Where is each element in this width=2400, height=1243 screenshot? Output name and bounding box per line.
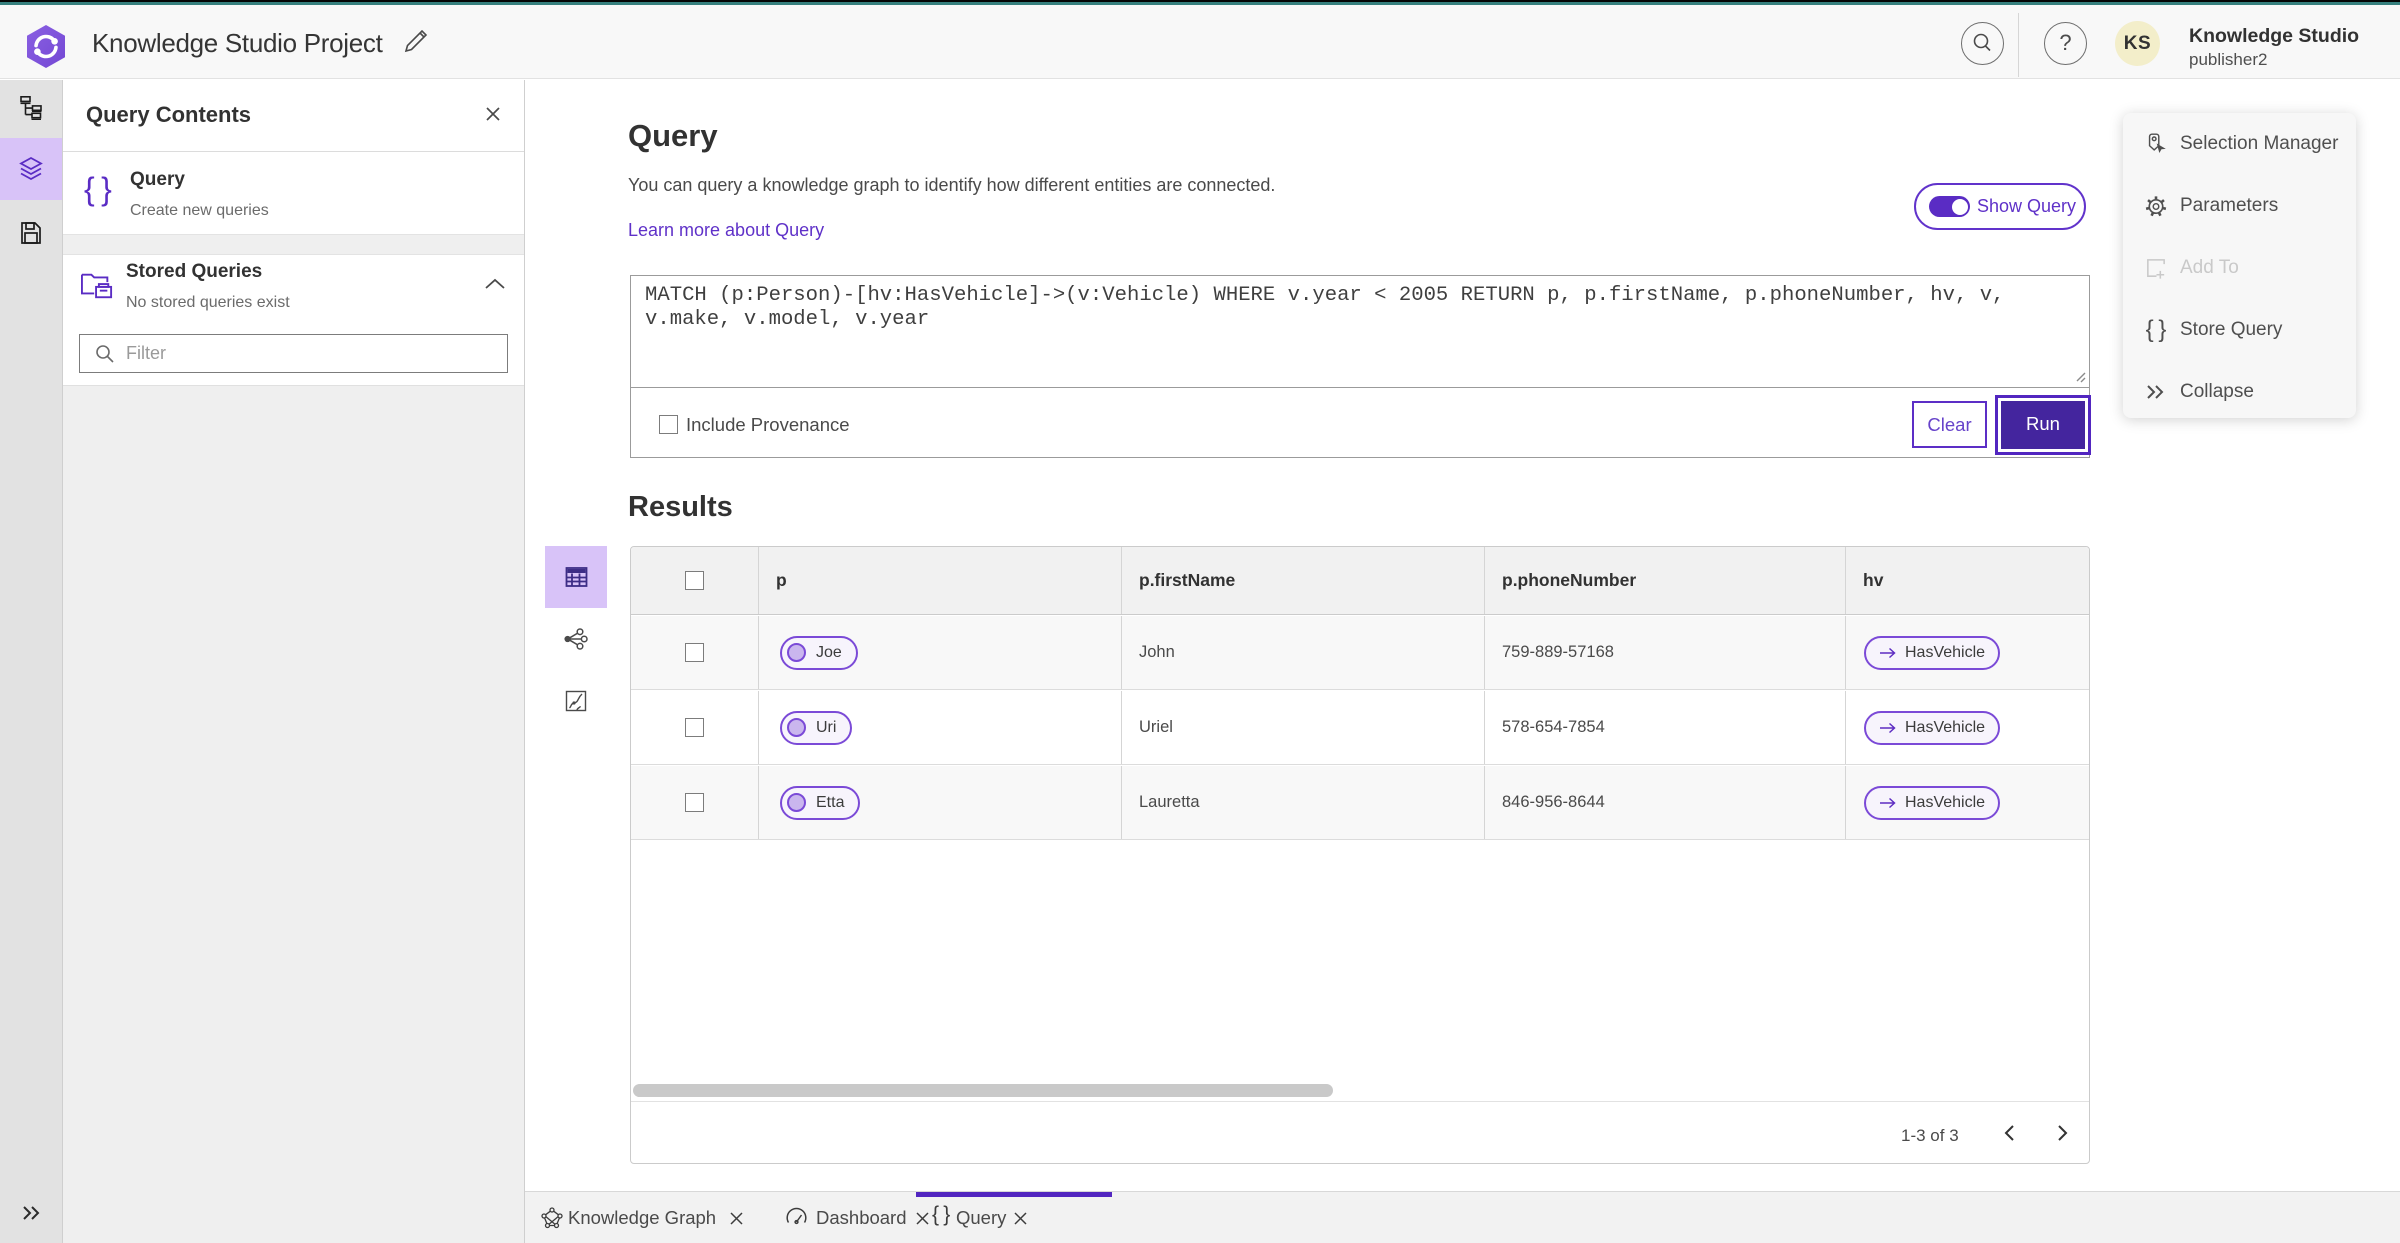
svg-text:?: ? [2059, 30, 2071, 55]
